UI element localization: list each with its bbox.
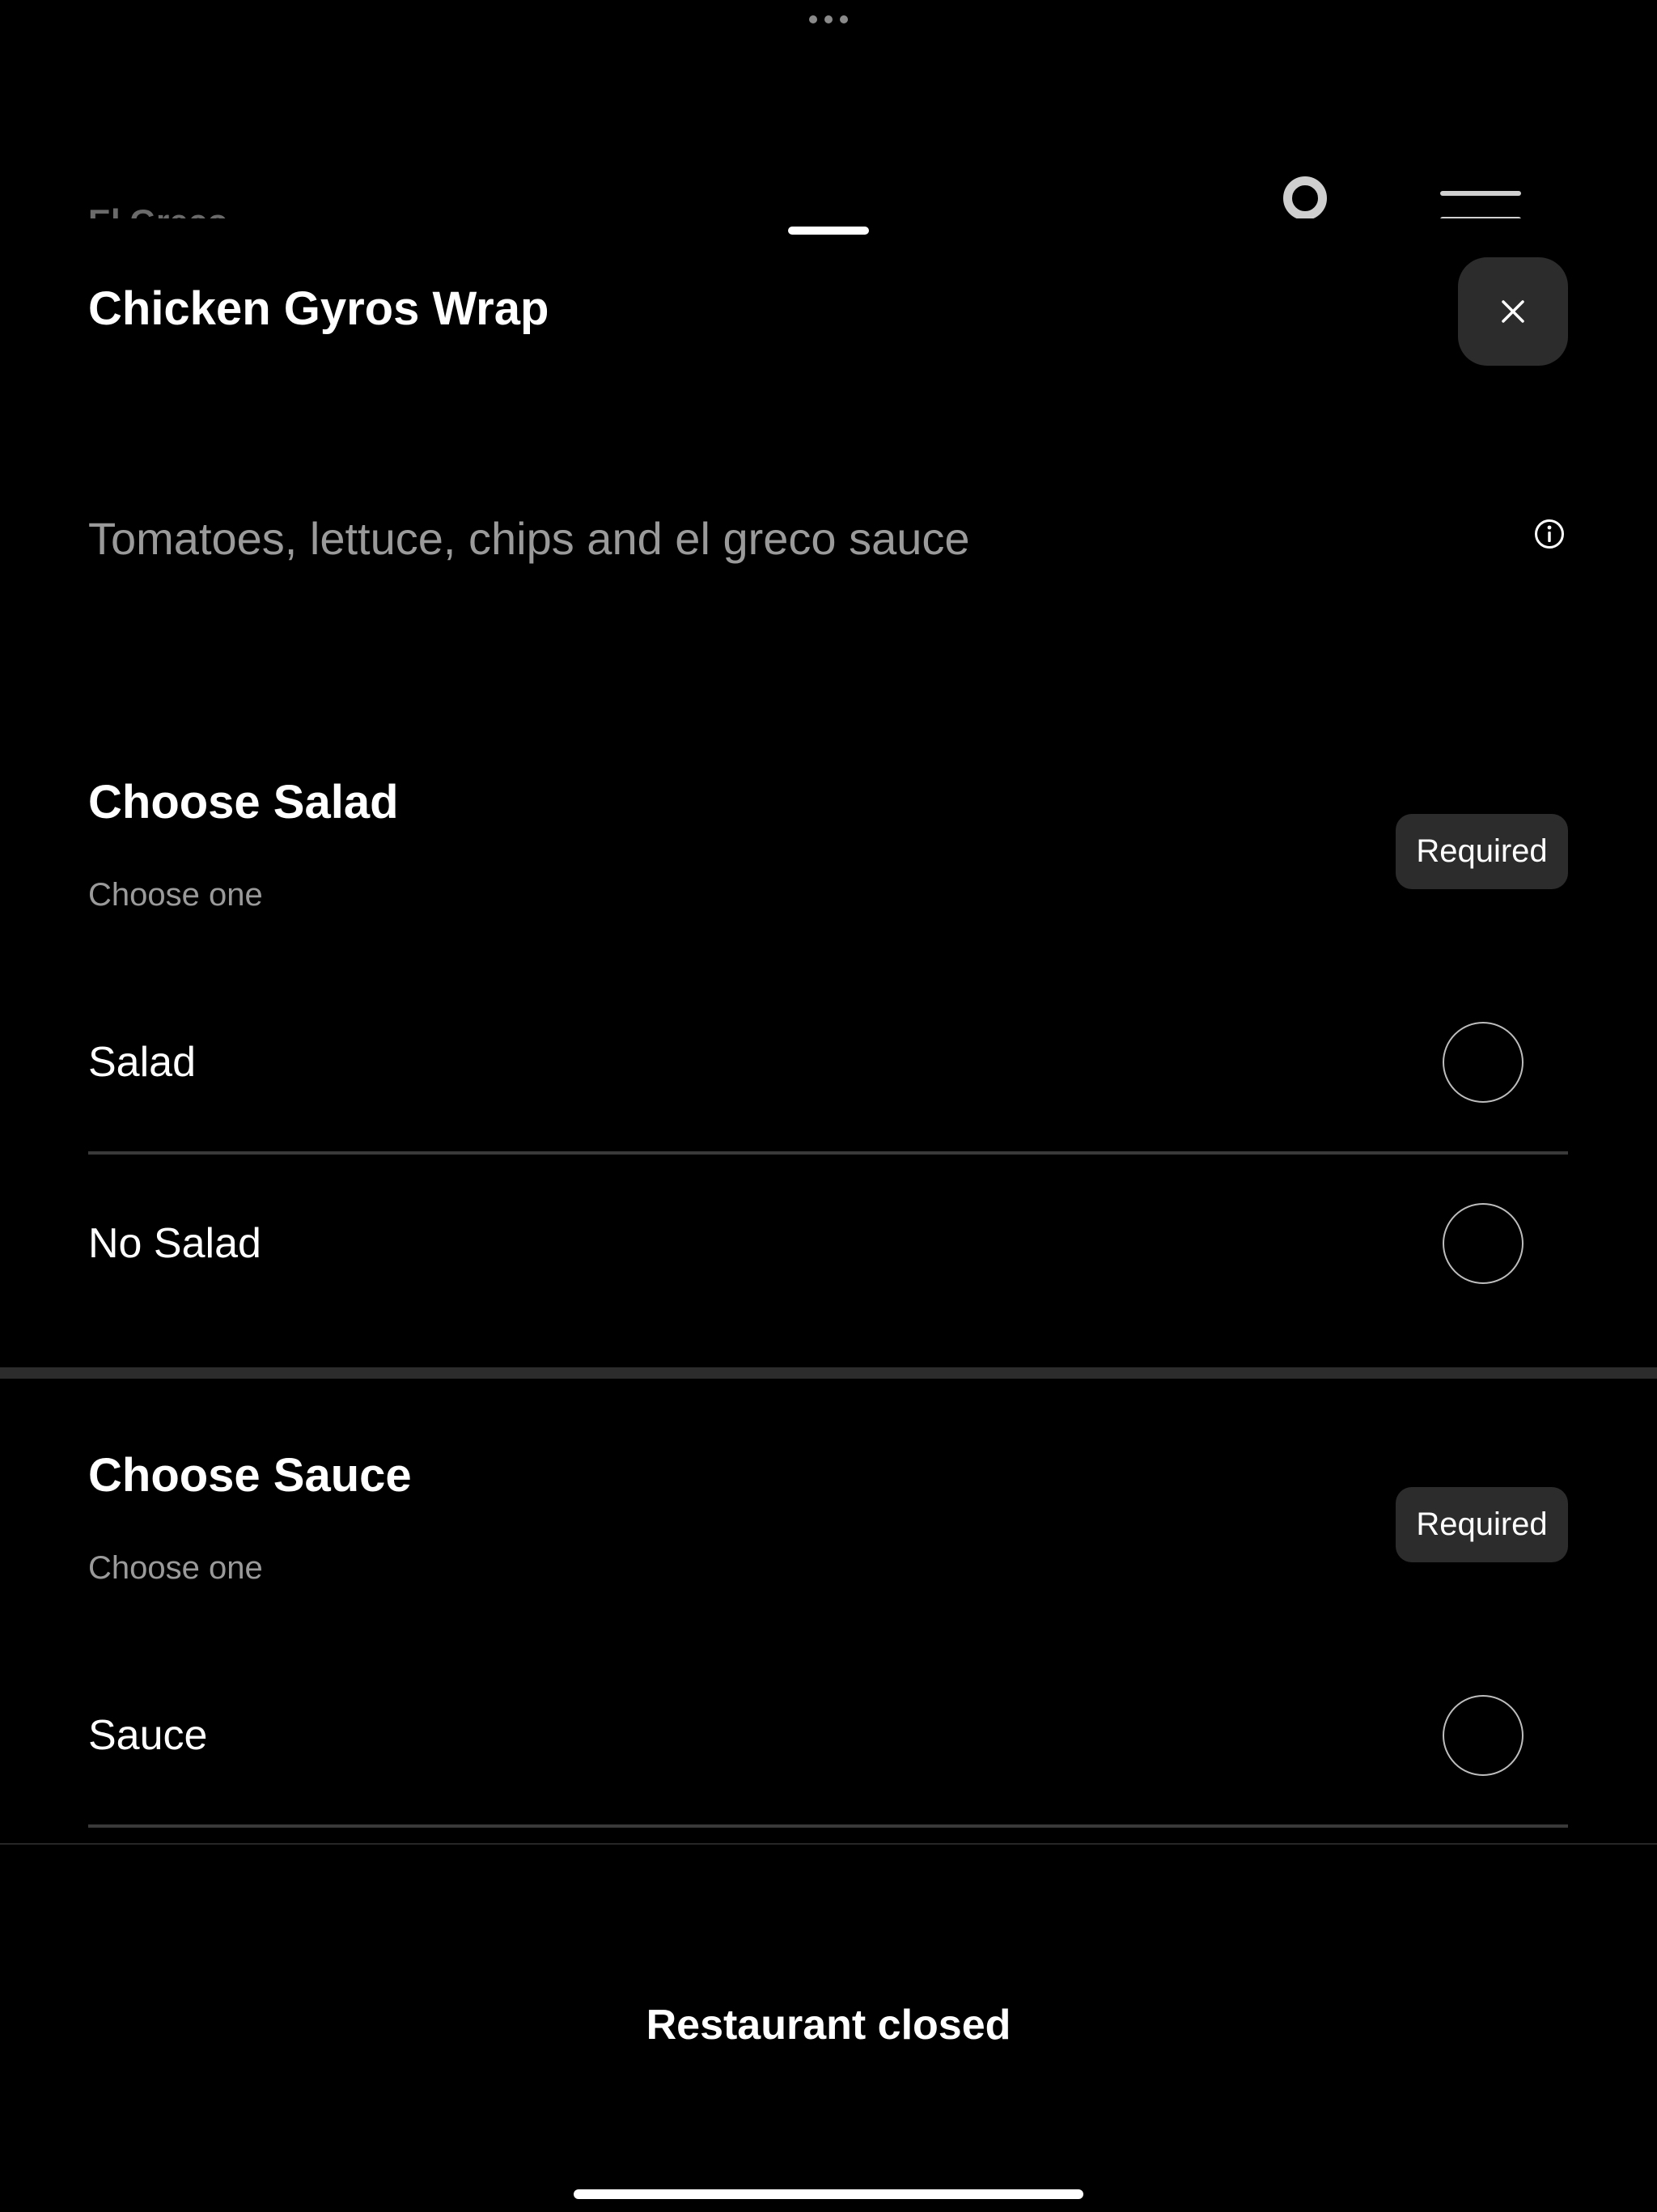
section-subtitle-salad: Choose one <box>88 877 263 913</box>
restaurant-closed-label: Restaurant closed <box>646 2002 1011 2049</box>
section-separator <box>0 1367 1657 1379</box>
option-divider <box>88 1151 1568 1155</box>
option-label-no-salad[interactable]: No Salad <box>88 1218 261 1269</box>
item-title: Chicken Gyros Wrap <box>88 282 549 335</box>
info-icon[interactable] <box>1533 518 1566 550</box>
required-badge: Required <box>1396 1487 1568 1562</box>
loading-spinner-icon <box>1283 176 1327 220</box>
sheet-grabber[interactable] <box>788 227 869 235</box>
section-title-salad: Choose Salad <box>88 776 399 828</box>
section-subtitle-sauce: Choose one <box>88 1550 263 1586</box>
home-indicator[interactable] <box>574 2189 1083 2199</box>
radio-no-salad[interactable] <box>1443 1203 1524 1284</box>
section-title-sauce: Choose Sauce <box>88 1449 412 1502</box>
option-divider <box>88 1824 1568 1828</box>
required-badge: Required <box>1396 814 1568 889</box>
option-label-salad[interactable]: Salad <box>88 1037 196 1087</box>
radio-salad[interactable] <box>1443 1022 1524 1103</box>
close-icon <box>1502 300 1524 323</box>
background-header: El Greco <box>0 0 1657 227</box>
close-button[interactable] <box>1458 257 1568 366</box>
item-description: Tomatoes, lettuce, chips and el greco sa… <box>88 513 970 564</box>
option-label-sauce[interactable]: Sauce <box>88 1710 207 1761</box>
radio-sauce[interactable] <box>1443 1695 1524 1776</box>
